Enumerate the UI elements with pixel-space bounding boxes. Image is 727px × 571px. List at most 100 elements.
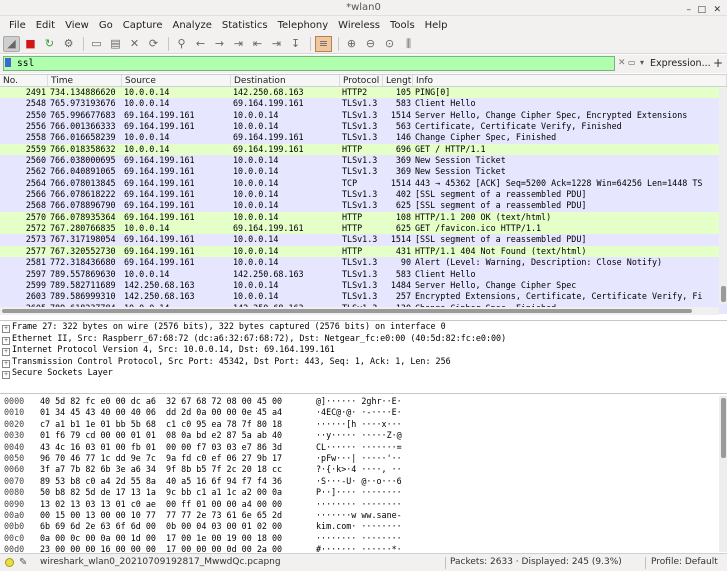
detail-row-ethernet[interactable]: + Ethernet II, Src: Raspberr_67:68:72 (dc… bbox=[0, 333, 727, 345]
hex-row[interactable]: 0020 c7 a1 b1 1e 01 bb 5b 68 c1 c0 95 ea … bbox=[0, 419, 727, 430]
menu-view[interactable]: View bbox=[60, 20, 94, 31]
go-back-icon[interactable]: ← bbox=[192, 36, 209, 52]
hex-row[interactable]: 0000 40 5d 82 fc e0 00 dc a6 32 67 68 72 … bbox=[0, 396, 727, 407]
column-header-info[interactable]: Info bbox=[413, 75, 727, 86]
capture-comment-icon[interactable]: ✎ bbox=[19, 554, 27, 571]
colorize-icon[interactable]: ≡ bbox=[315, 35, 332, 52]
expert-info-icon[interactable] bbox=[5, 558, 14, 567]
packet-row[interactable]: 2597 789.557869630 10.0.0.14 142.250.68.163… bbox=[0, 268, 727, 280]
hex-row[interactable]: 0070 89 53 b8 c0 a4 2d 55 8a 40 a5 16 6f … bbox=[0, 476, 727, 487]
bytes-vscrollbar[interactable] bbox=[719, 396, 727, 552]
find-packet-icon[interactable]: ⚲ bbox=[173, 36, 190, 52]
packet-row[interactable]: 2559 766.018358632 10.0.0.14 69.164.199.161… bbox=[0, 143, 727, 156]
menu-wireless[interactable]: Wireless bbox=[333, 20, 385, 31]
packet-list-hscrollbar[interactable] bbox=[0, 307, 719, 315]
resize-columns-icon[interactable]: ⫼ bbox=[400, 36, 417, 52]
packet-row[interactable]: 2568 766.078896790 69.164.199.161 10.0.0.14… bbox=[0, 200, 727, 212]
shark-fin-start-icon[interactable]: ◢ bbox=[3, 35, 20, 52]
open-file-icon[interactable]: ▭ bbox=[88, 36, 105, 52]
clear-filter-icon[interactable]: ✕ bbox=[618, 58, 626, 68]
packet-row[interactable]: 2562 766.040891065 69.164.199.161 10.0.0.14… bbox=[0, 166, 727, 178]
column-header-source[interactable]: Source bbox=[122, 75, 231, 86]
expand-icon[interactable]: + bbox=[2, 371, 10, 379]
chevron-down-icon[interactable]: ▾ bbox=[640, 58, 644, 67]
zoom-in-icon[interactable]: ⊕ bbox=[343, 36, 360, 52]
zoom-reset-icon[interactable]: ⊙ bbox=[381, 36, 398, 52]
menu-statistics[interactable]: Statistics bbox=[217, 20, 273, 31]
hex-row[interactable]: 0010 01 34 45 43 40 00 40 06 dd 2d 0a 00 … bbox=[0, 407, 727, 418]
scroll-thumb[interactable] bbox=[2, 309, 692, 313]
close-file-icon[interactable]: ✕ bbox=[126, 36, 143, 52]
packet-list-vscrollbar[interactable] bbox=[719, 88, 727, 304]
packet-row[interactable]: 2577 767.320552730 69.164.199.161 10.0.0.14… bbox=[0, 245, 727, 258]
packet-list[interactable]: No. Time Source Destination Protocol Len… bbox=[0, 74, 727, 315]
column-header-destination[interactable]: Destination bbox=[231, 75, 340, 86]
bookmark-icon[interactable] bbox=[5, 58, 11, 67]
hex-row[interactable]: 00b0 6b 69 6d 2e 63 6f 6d 00 0b 00 04 03 … bbox=[0, 521, 727, 532]
detail-row-frame[interactable]: + Frame 27: 322 bytes on wire (2576 bits)… bbox=[0, 321, 727, 333]
autoscroll-icon[interactable]: ↧ bbox=[287, 36, 304, 52]
hex-row[interactable]: 0080 50 b8 82 5d de 17 13 1a 9c bb c1 a1 … bbox=[0, 487, 727, 498]
hex-row[interactable]: 00a0 00 15 00 13 00 00 10 77 77 77 2e 73 … bbox=[0, 510, 727, 521]
packet-row[interactable]: 2573 767.317198054 69.164.199.161 10.0.0.14… bbox=[0, 234, 727, 246]
hex-row[interactable]: 0040 43 4c 16 03 01 00 fb 01 00 00 f7 03 … bbox=[0, 442, 727, 453]
hex-row[interactable]: 0030 01 f6 79 cd 00 00 01 01 08 0a bd e2 … bbox=[0, 430, 727, 441]
packet-row[interactable]: 2558 766.016658239 10.0.0.14 69.164.199.161… bbox=[0, 132, 727, 144]
status-profile[interactable]: Profile: Default bbox=[651, 554, 718, 571]
first-packet-icon[interactable]: ⇤ bbox=[249, 36, 266, 52]
packet-row[interactable]: 2566 766.078618222 69.164.199.161 10.0.0.14… bbox=[0, 189, 727, 201]
column-header-no[interactable]: No. bbox=[0, 75, 48, 86]
hex-row[interactable]: 0050 96 70 46 77 1c dd 9e 7c 9a fd c0 ef … bbox=[0, 453, 727, 464]
zoom-out-icon[interactable]: ⊖ bbox=[362, 36, 379, 52]
packet-row[interactable]: 2570 766.078935364 69.164.199.161 10.0.0.14… bbox=[0, 211, 727, 224]
menu-edit[interactable]: Edit bbox=[31, 20, 60, 31]
last-packet-icon[interactable]: ⇥ bbox=[268, 36, 285, 52]
hex-row[interactable]: 0060 3f a7 7b 82 6b 3e a6 34 9f 8b b5 7f … bbox=[0, 464, 727, 475]
packet-row[interactable]: 2548 765.973193676 10.0.0.14 69.164.199.161… bbox=[0, 98, 727, 110]
add-filter-button[interactable]: + bbox=[713, 56, 723, 70]
display-filter-input[interactable]: ssl bbox=[3, 56, 615, 71]
restart-capture-icon[interactable]: ↻ bbox=[41, 36, 58, 52]
packet-row[interactable]: 2599 789.582711689 142.250.68.163 10.0.0.14… bbox=[0, 279, 727, 292]
packet-row[interactable]: 2556 766.001366333 69.164.199.161 10.0.0.14… bbox=[0, 121, 727, 133]
packet-details[interactable]: + Frame 27: 322 bytes on wire (2576 bits)… bbox=[0, 320, 727, 394]
packet-row[interactable]: 2603 789.586999310 142.250.68.163 10.0.0.14… bbox=[0, 291, 727, 303]
save-file-icon[interactable]: ▤ bbox=[107, 36, 124, 52]
capture-options-icon[interactable]: ⚙ bbox=[60, 36, 77, 52]
column-header-protocol[interactable]: Protocol bbox=[340, 75, 383, 86]
go-forward-icon[interactable]: → bbox=[211, 36, 228, 52]
menu-help[interactable]: Help bbox=[420, 20, 453, 31]
main-toolbar: ◢ ■ ↻ ⚙ ▭ ▤ ✕ ⟳ ⚲ ← → ⇥ ⇤ ⇥ ↧ ≡ ⊕ ⊖ ⊙ ⫼ bbox=[0, 34, 727, 54]
detail-row-tcp[interactable]: + Transmission Control Protocol, Src Port… bbox=[0, 356, 727, 368]
menu-tools[interactable]: Tools bbox=[385, 20, 420, 31]
packet-row[interactable]: 2491 734.134886620 10.0.0.14 142.250.68.163… bbox=[0, 87, 727, 99]
apply-filter-icon[interactable]: ▭ bbox=[628, 58, 636, 67]
hex-off: 0050 bbox=[4, 452, 25, 463]
expand-icon[interactable]: + bbox=[2, 348, 10, 356]
packet-row[interactable]: 2564 766.078013845 69.164.199.161 10.0.0.14… bbox=[0, 177, 727, 190]
detail-row-ssl[interactable]: + Secure Sockets Layer bbox=[0, 367, 727, 379]
menu-analyze[interactable]: Analyze bbox=[167, 20, 216, 31]
packet-row[interactable]: 2560 766.038000695 69.164.199.161 10.0.0.14… bbox=[0, 155, 727, 167]
menu-go[interactable]: Go bbox=[94, 20, 118, 31]
go-to-packet-icon[interactable]: ⇥ bbox=[230, 36, 247, 52]
packet-row[interactable]: 2572 767.280766835 10.0.0.14 69.164.199.161… bbox=[0, 223, 727, 235]
stop-capture-icon[interactable]: ■ bbox=[22, 36, 39, 52]
hex-row[interactable]: 0090 13 02 13 03 13 01 c0 ae 00 ff 01 00 … bbox=[0, 499, 727, 510]
scroll-thumb[interactable] bbox=[721, 286, 726, 302]
detail-row-ip[interactable]: + Internet Protocol Version 4, Src: 10.0.… bbox=[0, 344, 727, 356]
expression-button[interactable]: Expression... bbox=[650, 58, 711, 69]
menu-capture[interactable]: Capture bbox=[118, 20, 168, 31]
packet-row[interactable]: 2550 765.996677683 69.164.199.161 10.0.0.14… bbox=[0, 109, 727, 122]
hex-row[interactable]: 00d0 23 00 00 00 16 00 00 00 17 00 00 00 … bbox=[0, 544, 727, 552]
packet-row[interactable]: 2581 772.318436680 69.164.199.161 10.0.0.14… bbox=[0, 257, 727, 269]
packet-bytes[interactable]: 0000 40 5d 82 fc e0 00 dc a6 32 67 68 72 … bbox=[0, 396, 727, 552]
column-header-time[interactable]: Time bbox=[48, 75, 122, 86]
menu-telephony[interactable]: Telephony bbox=[273, 20, 334, 31]
hex-row[interactable]: 00c0 0a 00 0c 00 0a 00 1d 00 17 00 1e 00 … bbox=[0, 533, 727, 544]
menu-file[interactable]: File bbox=[4, 20, 31, 31]
scroll-thumb[interactable] bbox=[721, 398, 726, 458]
reload-file-icon[interactable]: ⟳ bbox=[145, 36, 162, 52]
column-header-length[interactable]: Length bbox=[383, 75, 413, 86]
expand-icon[interactable]: + bbox=[2, 325, 10, 333]
